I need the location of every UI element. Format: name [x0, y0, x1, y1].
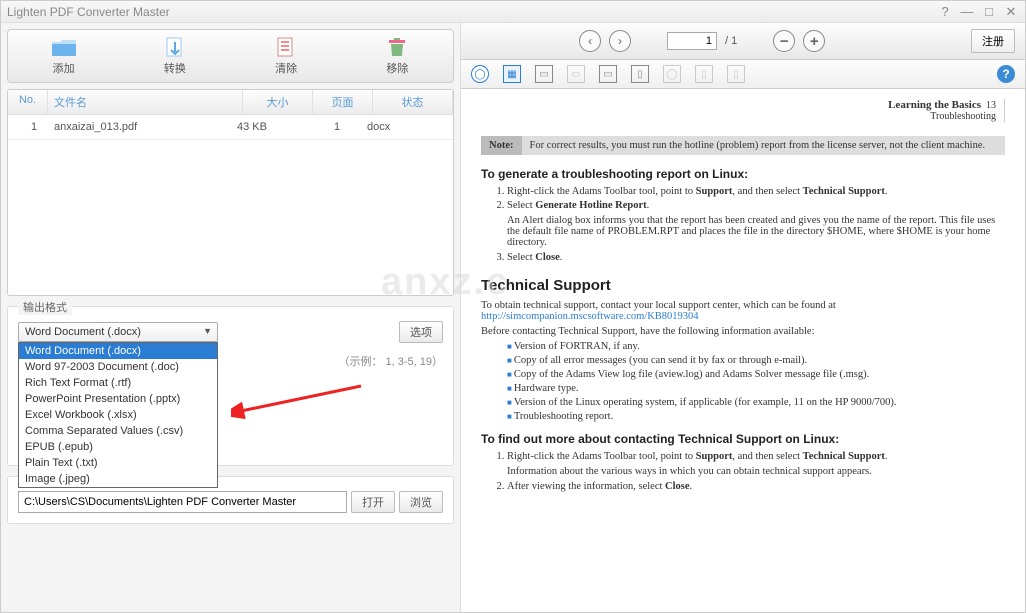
format-option[interactable]: PowerPoint Presentation (.pptx) [19, 391, 217, 407]
page-total: / 1 [725, 35, 737, 47]
format-option[interactable]: Image (.jpeg) [19, 471, 217, 487]
page-input[interactable] [667, 32, 717, 50]
doc-link[interactable]: http://simcompanion.mscsoftware.com/KB80… [481, 311, 699, 322]
format-dropdown[interactable]: Word Document (.docx) Word 97-2003 Docum… [18, 342, 218, 488]
format-option[interactable]: Rich Text Format (.rtf) [19, 375, 217, 391]
col-filename[interactable]: 文件名 [48, 90, 243, 114]
preview-toolbar: ‹ › / 1 − + 注册 [461, 23, 1025, 60]
doc-list: Right-click the Adams Toolbar tool, poin… [507, 186, 1005, 263]
view-width-icon[interactable]: ▭ [599, 65, 617, 83]
col-status[interactable]: 状态 [373, 90, 453, 114]
left-pane: 添加 转换 清除 移除 No. 文件名 [1, 23, 461, 612]
convert-icon [161, 36, 189, 58]
format-option[interactable]: Word Document (.docx) [19, 343, 217, 359]
format-option[interactable]: Word 97-2003 Document (.doc) [19, 359, 217, 375]
doc-list: Version of FORTRAN, if any. Copy of all … [507, 341, 1005, 422]
doc-heading: To generate a troubleshooting report on … [481, 167, 1005, 181]
zoom-in-button[interactable]: + [803, 30, 825, 52]
window-title: Lighten PDF Converter Master [7, 5, 170, 19]
note-box: Note: For correct results, you must run … [481, 136, 1005, 155]
trash-icon [383, 36, 411, 58]
view-cont-icon: ▯ [727, 65, 745, 83]
main-toolbar: 添加 转换 清除 移除 [7, 29, 454, 83]
help-icon[interactable]: ? [937, 4, 953, 20]
table-body: 1 anxaizai_013.pdf 43 KB 1 docx [8, 115, 453, 295]
clear-icon [272, 36, 300, 58]
close-icon[interactable]: ✕ [1003, 4, 1019, 20]
output-format-section: 输出格式 Word Document (.docx) Word Document… [7, 306, 454, 466]
view-mode-toolbar: ◯ ▦ ▭ ▭ ▭ ▯ ◯ ▯ ▯ ? [461, 60, 1025, 89]
pdf-preview[interactable]: Learning the Basics 13 Troubleshooting N… [461, 89, 1025, 612]
remove-button[interactable]: 移除 [342, 34, 453, 78]
col-page[interactable]: 页面 [313, 90, 373, 114]
register-button[interactable]: 注册 [971, 29, 1015, 53]
add-button[interactable]: 添加 [8, 34, 119, 78]
doc-heading: Technical Support [481, 277, 1005, 294]
col-no[interactable]: No. [8, 90, 48, 114]
view-disabled-icon: ▭ [567, 65, 585, 83]
view-height-icon[interactable]: ▯ [631, 65, 649, 83]
view-unknown-icon: ◯ [663, 65, 681, 83]
view-two-icon: ▯ [695, 65, 713, 83]
convert-button[interactable]: 转换 [119, 34, 230, 78]
view-page-icon[interactable]: ▭ [535, 65, 553, 83]
maximize-icon[interactable]: □ [981, 4, 997, 20]
view-grid-icon[interactable]: ▦ [503, 65, 521, 83]
next-page-button[interactable]: › [609, 30, 631, 52]
output-path-input[interactable] [18, 491, 347, 513]
format-option[interactable]: Plain Text (.txt) [19, 455, 217, 471]
folder-add-icon [50, 36, 78, 58]
file-table: No. 文件名 大小 页面 状态 1 anxaizai_013.pdf 43 K… [7, 89, 454, 296]
open-button[interactable]: 打开 [351, 491, 395, 513]
col-size[interactable]: 大小 [243, 90, 313, 114]
format-option[interactable]: EPUB (.epub) [19, 439, 217, 455]
format-option[interactable]: Comma Separated Values (.csv) [19, 423, 217, 439]
table-row[interactable]: 1 anxaizai_013.pdf 43 KB 1 docx [8, 115, 453, 140]
format-title: 输出格式 [18, 299, 72, 315]
minimize-icon[interactable]: — [959, 4, 975, 20]
zoom-out-button[interactable]: − [773, 30, 795, 52]
prev-page-button[interactable]: ‹ [579, 30, 601, 52]
format-select[interactable]: Word Document (.docx) [18, 322, 218, 342]
doc-list: Right-click the Adams Toolbar tool, poin… [507, 451, 1005, 492]
doc-heading: To find out more about contacting Techni… [481, 432, 1005, 446]
clear-button[interactable]: 清除 [231, 34, 342, 78]
doc-header: Learning the Basics 13 Troubleshooting [481, 99, 1005, 122]
titlebar: Lighten PDF Converter Master ? — □ ✕ [1, 1, 1025, 23]
browse-button[interactable]: 浏览 [399, 491, 443, 513]
right-pane: ‹ › / 1 − + 注册 ◯ ▦ ▭ ▭ ▭ ▯ ◯ ▯ ▯ [461, 23, 1025, 612]
options-button[interactable]: 选项 [399, 321, 443, 343]
view-fit-icon[interactable]: ◯ [471, 65, 489, 83]
format-option[interactable]: Excel Workbook (.xlsx) [19, 407, 217, 423]
doc-help-icon[interactable]: ? [997, 65, 1015, 83]
